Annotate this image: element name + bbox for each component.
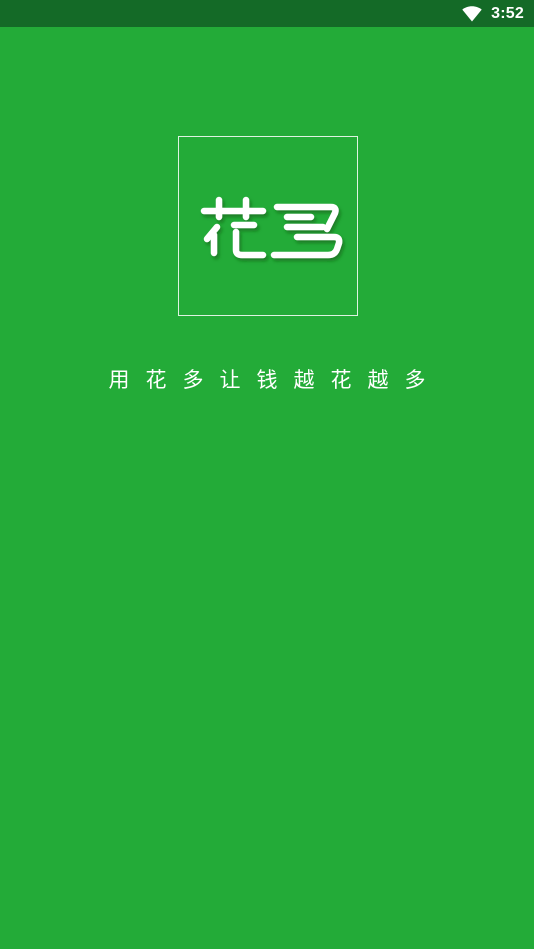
status-icons: 3:52 xyxy=(462,0,524,27)
app-logo xyxy=(178,136,358,316)
app-slogan: 用花多让钱越花越多 xyxy=(108,368,442,392)
splash-screen: 用花多让钱越花越多 xyxy=(0,27,534,949)
wifi-icon xyxy=(462,5,482,21)
huaduo-logo-icon xyxy=(200,196,343,259)
status-bar: 3:52 xyxy=(0,0,534,27)
status-time: 3:52 xyxy=(491,4,524,22)
